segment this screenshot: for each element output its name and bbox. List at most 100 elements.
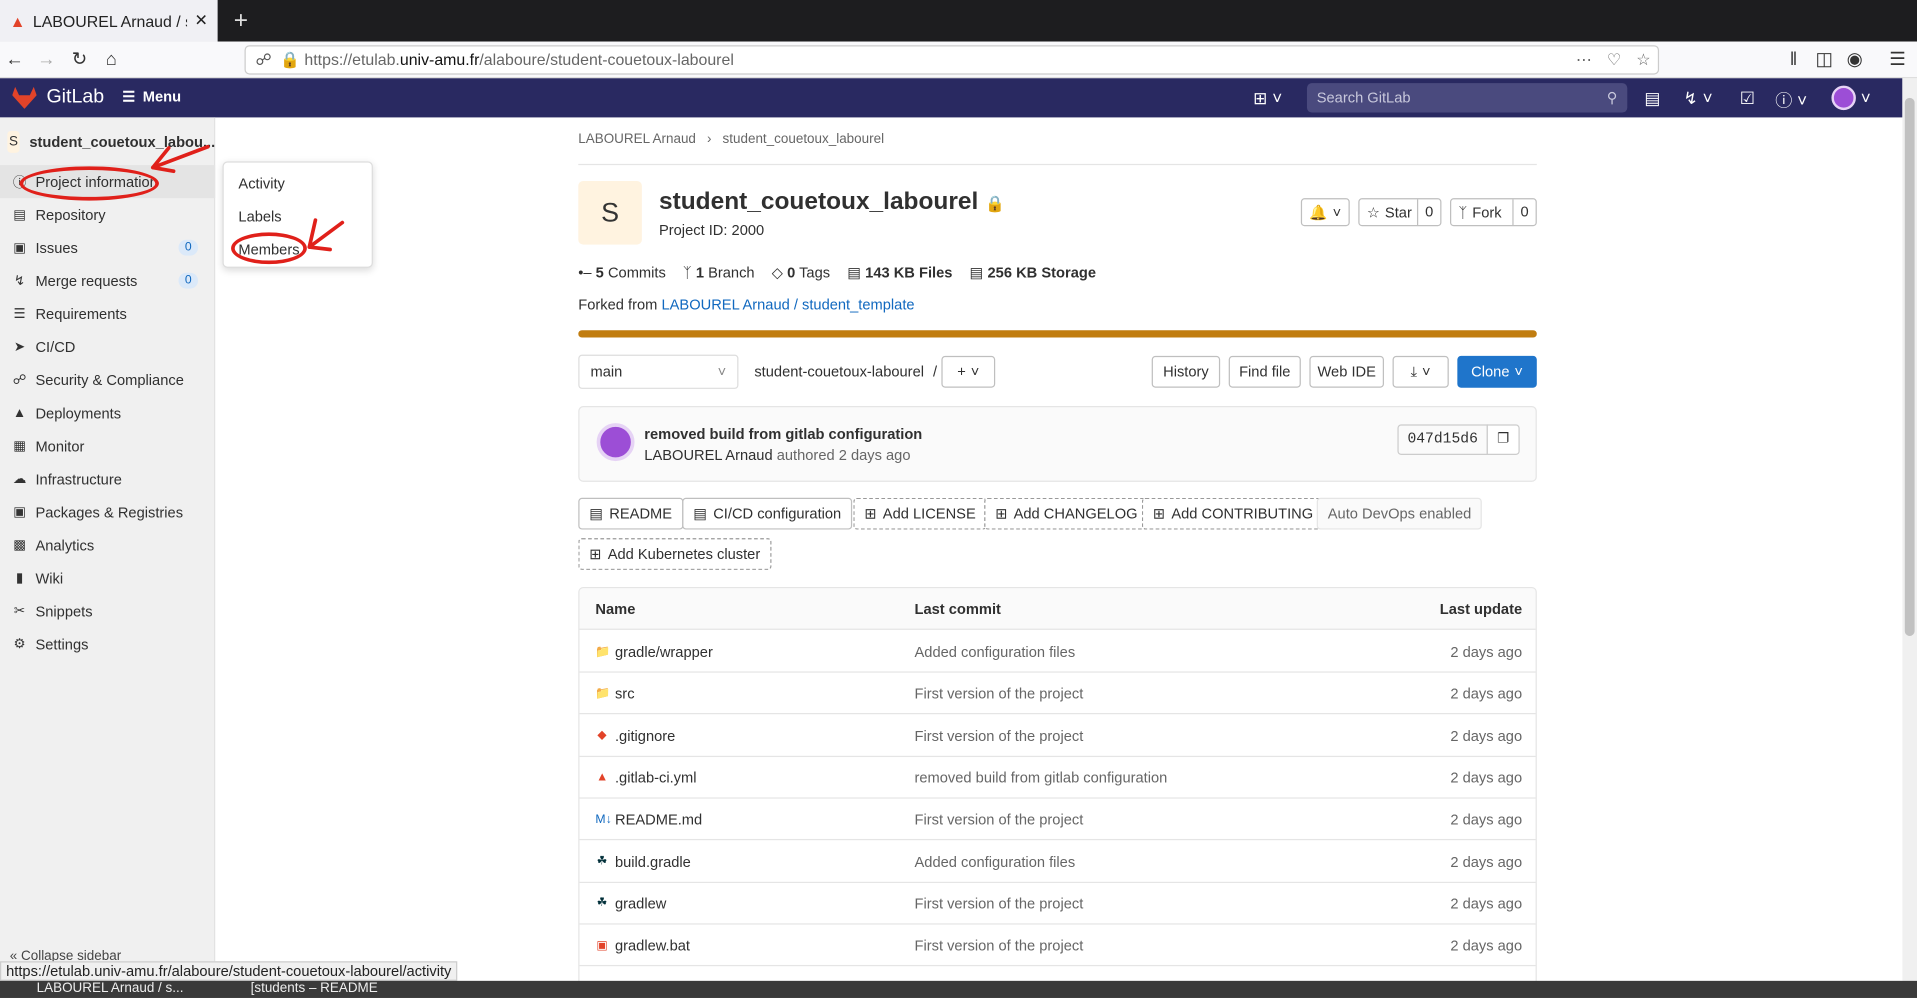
notification-button[interactable]: 🔔 ˅ <box>1300 198 1350 227</box>
branch-stat[interactable]: ᛉ 1 Branch <box>683 264 755 281</box>
file-last-commit[interactable]: First version of the project <box>915 937 1084 954</box>
sidebar-item-ci-cd[interactable]: ➤ CI/CD <box>0 330 215 363</box>
table-row[interactable]: M↓ README.md First version of the project 2… <box>579 799 1536 841</box>
sidebar-item-analytics[interactable]: ▩ Analytics <box>0 528 215 561</box>
web-ide-button[interactable]: Web IDE <box>1309 355 1384 388</box>
breadcrumb-owner[interactable]: LABOUREL Arnaud <box>578 132 696 147</box>
table-row[interactable]: ▲ .gitlab-ci.yml removed build from gitlab… <box>579 757 1536 799</box>
file-name-cell[interactable]: ▲ .gitlab-ci.yml <box>595 769 696 786</box>
add-file-dropdown[interactable]: + ˅ <box>941 355 996 388</box>
file-name[interactable]: gradlew <box>615 895 666 912</box>
new-dropdown-icon[interactable]: ⊞ ˅ <box>1253 88 1282 109</box>
table-row[interactable]: ▣ gradlew.bat First version of the project… <box>579 925 1536 967</box>
add-kubernetes-button[interactable]: ⊞ Add Kubernetes cluster <box>578 538 772 570</box>
help-icon[interactable]: ⓘ ˅ <box>1775 88 1807 112</box>
menu-button[interactable]: ☰ Menu <box>122 88 181 105</box>
table-row[interactable]: ◆ .gitignore First version of the project 2… <box>579 715 1536 757</box>
sidebar-item-monitor[interactable]: ▦ Monitor <box>0 429 215 462</box>
repo-path-name[interactable]: student-couetoux-labourel <box>754 363 924 380</box>
account-icon[interactable]: ◉ <box>1840 45 1869 74</box>
file-name-cell[interactable]: ◆ .gitignore <box>595 727 675 744</box>
files-stat[interactable]: ▤ 143 KB Files <box>847 264 952 281</box>
file-name[interactable]: src <box>615 685 635 702</box>
taskbar-item-firefox[interactable]: LABOUREL Arnaud / s... <box>37 981 184 996</box>
table-row[interactable]: 📁 gradle/wrapper Added configuration files… <box>579 631 1536 673</box>
breadcrumb-project[interactable]: student_couetoux_labourel <box>723 132 885 147</box>
forked-from-link[interactable]: LABOUREL Arnaud / student_template <box>661 296 914 313</box>
file-name-cell[interactable]: ☘ build.gradle <box>595 853 691 870</box>
file-last-commit[interactable]: First version of the project <box>915 811 1084 828</box>
browser-tab[interactable]: ▲ LABOUREL Arnaud / student_couetoux_lab… <box>0 0 218 42</box>
file-name[interactable]: .gitlab-ci.yml <box>615 769 697 786</box>
more-icon[interactable]: ⋯ <box>1576 46 1592 73</box>
table-row[interactable]: ☘ gradlew First version of the project 2 da… <box>579 883 1536 925</box>
branch-selector[interactable]: main ˅ <box>578 354 739 389</box>
reload-icon[interactable]: ↻ <box>65 45 94 74</box>
sidebar-item-infrastructure[interactable]: ☁ Infrastructure <box>0 462 215 495</box>
sidebar-item-requirements[interactable]: ☰ Requirements <box>0 297 215 330</box>
sidebar-item-packages-registries[interactable]: ▣ Packages & Registries <box>0 495 215 528</box>
sidebar-item-deployments[interactable]: ▲ Deployments <box>0 396 215 429</box>
history-button[interactable]: History <box>1151 355 1221 388</box>
home-icon[interactable]: ⌂ <box>97 45 126 74</box>
chevron-down-icon[interactable]: ˅ <box>1861 88 1871 108</box>
commit-title[interactable]: removed build from gitlab configuration <box>644 426 922 443</box>
commit-sha[interactable]: 047d15d6 <box>1397 424 1488 455</box>
file-name[interactable]: gradle/wrapper <box>615 643 713 660</box>
library-icon[interactable]: ‖ <box>1779 45 1808 74</box>
copy-sha-icon[interactable]: ❐ <box>1486 424 1520 455</box>
fork-button[interactable]: ᛉ Fork 0 <box>1450 198 1537 227</box>
file-last-commit[interactable]: First version of the project <box>915 685 1084 702</box>
bookmark-star-icon[interactable]: ☆ <box>1636 46 1650 73</box>
scrollbar-thumb[interactable] <box>1904 97 1915 636</box>
file-name-cell[interactable]: ☘ gradlew <box>595 895 667 912</box>
add-changelog-button[interactable]: ⊞ Add CHANGELOG <box>984 497 1149 530</box>
table-row[interactable]: 📁 src First version of the project 2 days a… <box>579 673 1536 715</box>
file-last-commit[interactable]: removed build from gitlab configuration <box>915 769 1168 786</box>
sidebar-toggle-icon[interactable]: ◫ <box>1809 45 1838 74</box>
commits-stat[interactable]: •– 5 Commits <box>578 264 666 281</box>
close-tab-icon[interactable]: ✕ <box>195 11 208 31</box>
sidebar-item-snippets[interactable]: ✂ Snippets <box>0 594 215 627</box>
user-avatar[interactable] <box>1831 85 1856 111</box>
file-last-commit[interactable]: First version of the project <box>915 727 1084 744</box>
url-bar[interactable]: https://etulab.univ-amu.fr/alaboure/stud… <box>244 45 1660 75</box>
clone-button[interactable]: Clone ˅ <box>1457 355 1537 388</box>
sidebar-item-settings[interactable]: ⚙ Settings <box>0 627 215 660</box>
issues-header-icon[interactable]: ▤ <box>1644 88 1660 109</box>
file-last-commit[interactable]: First version of the project <box>915 895 1084 912</box>
cicd-config-button[interactable]: ▤ CI/CD configuration <box>682 497 853 530</box>
auto-devops-button[interactable]: Auto DevOps enabled <box>1316 497 1483 530</box>
sidebar-item-merge-requests[interactable]: ↯ Merge requests 0 <box>0 264 215 297</box>
taskbar-item-readme[interactable]: [students – README <box>251 981 378 996</box>
file-name-cell[interactable]: ▣ gradlew.bat <box>595 937 690 954</box>
forward-icon[interactable]: → <box>32 45 61 74</box>
readme-button[interactable]: ▤ README <box>578 497 684 530</box>
file-name[interactable]: build.gradle <box>615 853 691 870</box>
sidebar-item-security-compliance[interactable]: ☍ Security & Compliance <box>0 363 215 396</box>
file-name[interactable]: README.md <box>615 811 702 828</box>
file-name-cell[interactable]: 📁 gradle/wrapper <box>595 643 712 660</box>
find-file-button[interactable]: Find file <box>1228 355 1301 388</box>
star-button[interactable]: ☆ Star 0 <box>1358 198 1442 227</box>
tags-stat[interactable]: ◇ 0 Tags <box>772 264 830 281</box>
shield-icon[interactable]: ☍ <box>256 46 272 73</box>
hamburger-menu-icon[interactable]: ☰ <box>1883 45 1912 74</box>
new-tab-icon[interactable]: + <box>225 5 257 37</box>
file-name[interactable]: .gitignore <box>615 727 675 744</box>
commit-author-avatar[interactable] <box>596 423 635 462</box>
file-last-commit[interactable]: Added configuration files <box>915 643 1076 660</box>
back-icon[interactable]: ← <box>0 45 29 74</box>
storage-stat[interactable]: ▤ 256 KB Storage <box>970 264 1096 281</box>
gitlab-logo[interactable]: GitLab <box>12 86 104 109</box>
table-row[interactable]: ☘ build.gradle Added configuration files 2 … <box>579 841 1536 883</box>
add-contributing-button[interactable]: ⊞ Add CONTRIBUTING <box>1141 497 1325 530</box>
download-dropdown[interactable]: ⤓ ˅ <box>1392 355 1449 388</box>
file-name[interactable]: gradlew.bat <box>615 937 690 954</box>
add-license-button[interactable]: ⊞ Add LICENSE <box>853 497 987 530</box>
commit-author[interactable]: LABOUREL Arnaud <box>644 446 772 463</box>
sidebar-item-wiki[interactable]: ▮ Wiki <box>0 561 215 594</box>
file-last-commit[interactable]: Added configuration files <box>915 853 1076 870</box>
todo-icon[interactable]: ☑ <box>1740 88 1755 109</box>
merge-requests-header-icon[interactable]: ↯ ˅ <box>1684 88 1713 109</box>
